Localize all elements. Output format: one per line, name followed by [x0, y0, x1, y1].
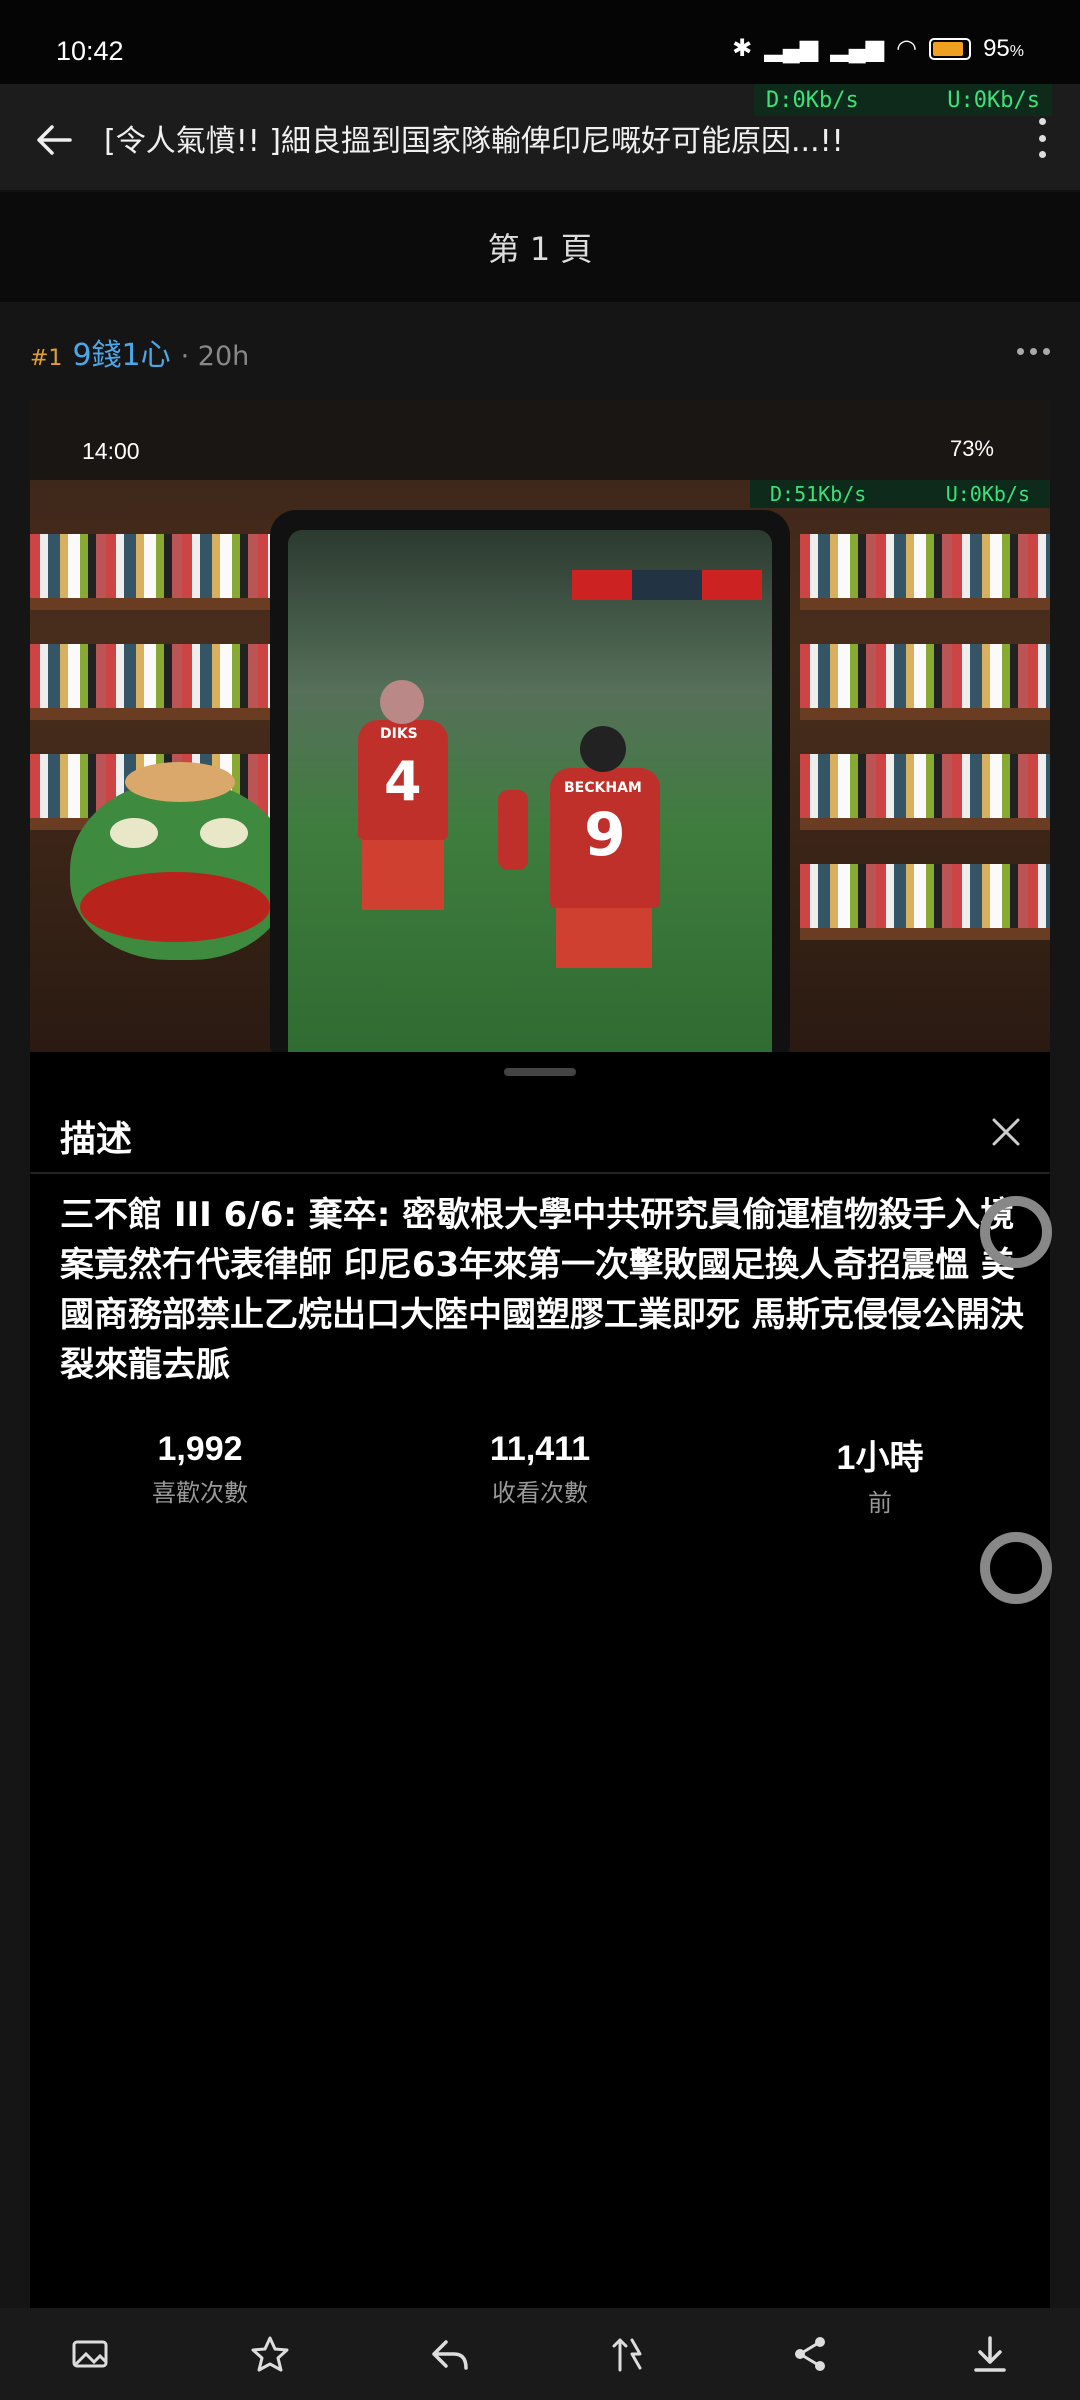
stat-time: 1小時 前 [836, 1439, 924, 1517]
bookshelf [30, 520, 280, 610]
star-icon[interactable] [240, 2324, 300, 2384]
stat-views: 11,411 收看次數 [489, 1430, 591, 1507]
bookshelf [30, 630, 280, 720]
status-time: 10:42 [56, 36, 124, 66]
thread-title: [令人氣憤!! ]細良搵到国家隊輸俾印尼嘅好可能原因...!! [104, 124, 844, 159]
page-indicator[interactable]: 第 1 頁 [0, 192, 1080, 302]
status-icons: ✱ ▂▄▆ ▂▄▆ ◠ 95% [732, 34, 1024, 63]
share-icon[interactable] [780, 2324, 840, 2384]
bluetooth-icon: ✱ [732, 35, 753, 62]
scoreboard [572, 570, 762, 600]
sheet-grip-handle[interactable] [504, 1068, 576, 1076]
net-speed-overlay: D:0Kb/s U:0Kb/s [754, 84, 1052, 116]
bookshelf [800, 520, 1050, 610]
post-age: · 20h [180, 341, 250, 372]
video-stats: 1,992 喜歡次數 11,411 收看次數 1小時 前 [30, 1430, 1050, 1518]
description-text: 三不館 III 6/6: 棄卒: 密歇根大學中共研究員偷運植物殺手入境案竟然冇代… [60, 1195, 1024, 1385]
more-options-icon[interactable] [1032, 118, 1052, 158]
bookshelf [800, 630, 1050, 720]
battery-level: 95 [983, 34, 1010, 62]
wifi-icon: ◠ [896, 35, 918, 62]
embedded-status-bar: 14:00 73% [30, 400, 1050, 480]
signal-icon: ▂▄▆ [764, 35, 819, 62]
frog-figurine [70, 762, 290, 960]
floating-ring-button-2[interactable] [980, 1532, 1052, 1604]
bookshelf [800, 740, 1050, 830]
post-more-icon[interactable] [1017, 348, 1050, 355]
stat-likes: 1,992 喜歡次數 [152, 1430, 248, 1507]
player-background [498, 790, 528, 870]
football-scene: 4 DIKS 9 BECKHAM [288, 530, 772, 1052]
back-arrow-icon[interactable] [34, 120, 74, 160]
post-author[interactable]: 9錢1心 [72, 330, 170, 374]
close-icon[interactable] [990, 1116, 1022, 1148]
battery-icon [929, 37, 972, 60]
status-bar: 10:42 ✱ ▂▄▆ ▂▄▆ ◠ 95% [0, 0, 1080, 84]
video-frame[interactable]: 4 DIKS 9 BECKHAM 14:00 73% D:51Kb/s U:0K… [30, 400, 1050, 1052]
description-title: 描述 [60, 1119, 133, 1160]
signal-icon-2: ▂▄▆ [830, 35, 885, 62]
download-icon[interactable] [960, 2324, 1020, 2384]
page-label: 第 1 頁 [487, 230, 593, 268]
embedded-net-speed: D:51Kb/s U:0Kb/s [750, 480, 1050, 508]
post-number: #1 [30, 346, 63, 371]
post-header: #1 9錢1心 · 20h [30, 330, 249, 374]
sort-icon[interactable] [600, 2324, 660, 2384]
tablet-device: 4 DIKS 9 BECKHAM [270, 510, 790, 1052]
bottom-toolbar [0, 2308, 1080, 2400]
post-media[interactable]: 4 DIKS 9 BECKHAM 14:00 73% D:51Kb/s U:0K… [30, 400, 1050, 2308]
bookshelf [800, 850, 1050, 940]
image-icon[interactable] [60, 2324, 120, 2384]
floating-ring-button[interactable] [980, 1196, 1052, 1268]
description-header: 描述 [30, 1090, 1050, 1174]
reply-icon[interactable] [420, 2324, 480, 2384]
